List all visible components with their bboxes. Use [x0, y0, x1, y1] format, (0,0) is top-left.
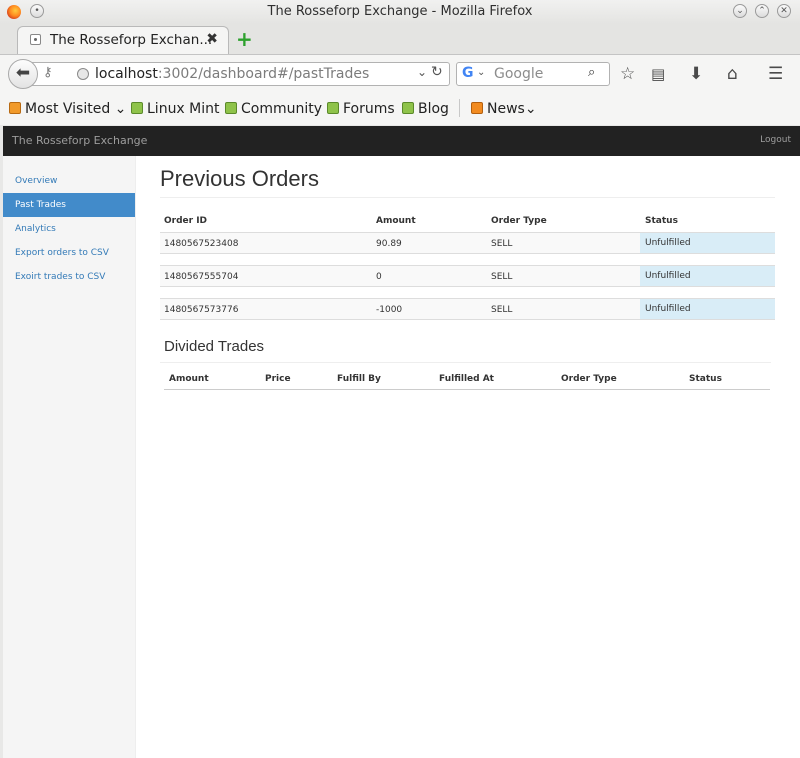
url-path: :3002/dashboard#/pastTrades: [157, 66, 370, 82]
tab-rosseforp[interactable]: The Rosseforp Exchan... ✖: [17, 26, 229, 54]
mint-icon: [225, 102, 237, 114]
binoculars-icon[interactable]: ⌕: [588, 65, 595, 80]
mint-icon: [327, 102, 339, 114]
new-tab-button[interactable]: +: [236, 29, 253, 49]
reload-icon[interactable]: ↻: [431, 64, 443, 80]
order-type-cell: SELL: [491, 305, 513, 315]
column-header-order-type: Order Type: [491, 216, 547, 226]
bookmark-label: Forums: [343, 101, 395, 117]
bookmark-most-visited[interactable]: Most Visited ⌄: [9, 101, 126, 117]
status-badge: Unfulfilled: [640, 298, 775, 320]
column-header-fulfill-by: Fulfill By: [337, 374, 381, 384]
tab-label: The Rosseforp Exchan...: [50, 32, 213, 48]
bookmark-label: Most Visited: [25, 101, 111, 117]
menu-icon[interactable]: ☰: [768, 64, 783, 84]
search-engine-dropdown-icon[interactable]: ⌄: [477, 67, 485, 78]
table-header-divider: [164, 389, 770, 390]
rss-icon: [471, 102, 483, 114]
page-favicon-icon: [30, 34, 41, 45]
url-dropdown-icon[interactable]: ⌄: [417, 65, 427, 79]
sidebar-item-overview[interactable]: Overview: [3, 169, 135, 193]
app-navbar: The Rosseforp Exchange Logout: [3, 126, 800, 156]
status-badge: Unfulfilled: [640, 232, 775, 254]
amount-cell: -1000: [376, 305, 403, 315]
column-header-status: Status: [689, 374, 722, 384]
sidebar-item-export-trades[interactable]: Exoirt trades to CSV: [3, 265, 135, 289]
tab-close-icon[interactable]: ✖: [206, 31, 218, 47]
section-divider: [160, 362, 771, 363]
chevron-down-icon: ⌄: [114, 101, 127, 117]
order-id-cell: 1480567555704: [164, 272, 239, 282]
key-icon[interactable]: ⚷: [43, 65, 53, 80]
bookmark-label: News: [487, 101, 525, 117]
column-header-amount: Amount: [169, 374, 209, 384]
logout-link[interactable]: Logout: [760, 135, 791, 145]
chevron-down-icon: ⌄: [524, 101, 537, 117]
sidebar: Overview Past Trades Analytics Export or…: [3, 156, 136, 758]
url-host: localhost: [95, 66, 158, 82]
column-header-price: Price: [265, 374, 291, 384]
bookmark-label: Community: [241, 101, 323, 117]
most-visited-icon: [9, 102, 21, 114]
maximize-button[interactable]: ⌃: [755, 4, 769, 18]
page-title: Previous Orders: [160, 166, 319, 191]
back-button[interactable]: ⬅: [8, 59, 38, 89]
url-text[interactable]: localhost:3002/dashboard#/pastTrades: [95, 66, 369, 82]
section-title-divided-trades: Divided Trades: [164, 338, 265, 355]
column-header-status: Status: [645, 216, 678, 226]
amount-cell: 0: [376, 272, 382, 282]
bookmark-community[interactable]: Community: [225, 101, 322, 117]
column-header-amount: Amount: [376, 216, 416, 226]
order-id-cell: 1480567523408: [164, 239, 239, 249]
back-icon: ⬅: [15, 63, 31, 83]
star-icon[interactable]: ☆: [620, 64, 635, 84]
url-bar[interactable]: ⚷ localhost:3002/dashboard#/pastTrades ⌄…: [32, 62, 450, 86]
bookmark-blog[interactable]: Blog: [402, 101, 449, 117]
search-input[interactable]: Google: [494, 66, 543, 82]
home-icon[interactable]: ⌂: [727, 64, 738, 84]
search-bar[interactable]: G ⌄ Google ⌕: [456, 62, 610, 86]
globe-icon[interactable]: [77, 68, 89, 80]
order-type-cell: SELL: [491, 272, 513, 282]
download-icon[interactable]: ⬇: [689, 64, 703, 84]
column-header-order-id: Order ID: [164, 216, 208, 226]
bookmark-forums[interactable]: Forums: [327, 101, 395, 117]
mint-icon: [402, 102, 414, 114]
google-icon[interactable]: G: [462, 65, 474, 81]
column-header-order-type: Order Type: [561, 374, 617, 384]
close-window-button[interactable]: ✕: [777, 4, 791, 18]
window-title: The Rosseforp Exchange - Mozilla Firefox: [267, 4, 533, 19]
column-header-fulfilled-at: Fulfilled At: [439, 374, 494, 384]
sidebar-item-export-orders[interactable]: Export orders to CSV: [3, 241, 135, 265]
title-divider: [160, 197, 775, 198]
sidebar-item-past-trades[interactable]: Past Trades: [3, 193, 135, 217]
app-brand[interactable]: The Rosseforp Exchange: [12, 134, 147, 147]
bookmark-label: Linux Mint: [147, 101, 220, 117]
amount-cell: 90.89: [376, 239, 402, 249]
bookmark-linux-mint[interactable]: Linux Mint: [131, 101, 220, 117]
sidebar-item-analytics[interactable]: Analytics: [3, 217, 135, 241]
reading-list-icon[interactable]: ▤: [651, 64, 665, 84]
order-type-cell: SELL: [491, 239, 513, 249]
order-id-cell: 1480567573776: [164, 305, 239, 315]
status-badge: Unfulfilled: [640, 265, 775, 287]
mint-icon: [131, 102, 143, 114]
minimize-button[interactable]: ⌄: [733, 4, 747, 18]
window-titlebar: • The Rosseforp Exchange - Mozilla Firef…: [0, 0, 800, 24]
bookmark-separator: [459, 99, 460, 117]
bookmark-label: Blog: [418, 101, 449, 117]
bookmark-news[interactable]: News⌄: [471, 101, 537, 117]
